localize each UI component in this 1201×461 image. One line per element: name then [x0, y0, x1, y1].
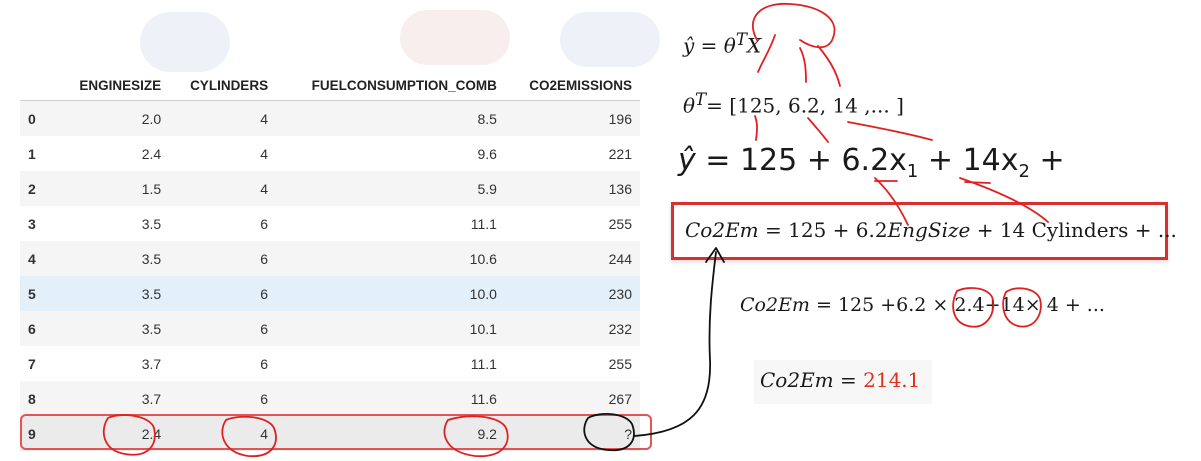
cell-cylinders: 6	[260, 215, 269, 232]
cell-co2emissions: 267	[504, 381, 640, 416]
table-row: 8 3.7 6 11.6 267	[20, 381, 640, 416]
annotation-link	[847, 121, 933, 141]
cell-fuelconsumption: 10.1	[276, 311, 505, 346]
column-header-index	[20, 70, 58, 101]
column-header-fuelconsumption: FUELCONSUMPTION_COMB	[276, 70, 505, 101]
target-row-highlight	[20, 414, 652, 450]
cell-index: 3	[28, 215, 36, 232]
cell-fuelconsumption: 10.0	[276, 276, 505, 311]
cell-co2emissions: 255	[608, 355, 632, 372]
cell-co2emissions: 196	[504, 100, 640, 136]
column-header-cylinders: CYLINDERS	[169, 70, 277, 101]
table-row: 4 3.5 6 10.6 244	[20, 241, 640, 276]
value-enginesize: 2.4	[954, 294, 985, 316]
cell-fuelconsumption: 11.6	[276, 381, 505, 416]
cell-co2emissions: 232	[504, 311, 640, 346]
annotation-underline	[964, 181, 991, 184]
cell-enginesize: 3.7	[58, 381, 170, 416]
cell-co2emissions: 221	[608, 145, 632, 162]
table-row: 0 2.0 4 8.5 196	[20, 100, 640, 136]
cell-fuelconsumption: 11.1	[470, 215, 497, 232]
prediction-result: 214.1	[863, 368, 921, 392]
table-row: 6 3.5 6 10.1 232	[20, 311, 640, 346]
cell-cylinders: 4	[169, 100, 277, 136]
equation-hypothesis: ŷ = θTX	[683, 30, 762, 58]
cell-enginesize: 3.5	[58, 276, 170, 311]
cell-index: 5	[20, 276, 58, 311]
cell-enginesize: 3.5	[141, 215, 162, 232]
table-row: 5 3.5 6 10.0 230	[20, 276, 640, 311]
equation-theta-vector: θT= [125, 6.2, 14 ,... ]	[683, 90, 904, 118]
cell-enginesize: 1.5	[58, 171, 170, 206]
cell-enginesize: 2.4	[141, 145, 162, 162]
cell-co2emissions: 230	[504, 276, 640, 311]
background-watermark	[400, 10, 510, 65]
annotation-branch	[799, 47, 807, 83]
background-watermark	[140, 12, 230, 72]
data-table: ENGINESIZE CYLINDERS FUELCONSUMPTION_COM…	[20, 70, 640, 451]
equation-co2-result: Co2Em = 214.1	[760, 368, 921, 392]
column-header-enginesize: ENGINESIZE	[58, 70, 170, 101]
cell-index: 0	[20, 100, 58, 136]
equation-expanded: ŷ = 125 + 6.2x1 + 14x2 +	[678, 143, 1065, 182]
cell-cylinders: 4	[260, 145, 269, 162]
column-header-co2emissions: CO2EMISSIONS	[504, 70, 640, 101]
cell-cylinders: 4	[169, 171, 277, 206]
cell-index: 8	[20, 381, 58, 416]
table-row: 7 3.7 6 11.1 255	[20, 346, 640, 381]
cell-cylinders: 6	[169, 276, 277, 311]
cell-fuelconsumption: 5.9	[276, 171, 505, 206]
cell-fuelconsumption: 8.5	[276, 100, 505, 136]
cell-index: 7	[28, 355, 36, 372]
annotation-link	[807, 117, 829, 143]
cell-fuelconsumption: 9.6	[477, 145, 497, 162]
cell-fuelconsumption: 11.1	[470, 355, 497, 372]
annotation-link	[754, 115, 758, 141]
cell-co2emissions: 255	[608, 215, 632, 232]
equation-co2-substituted: Co2Em = 125 +6.2 × 2.4+14× 4 + ...	[740, 294, 1105, 316]
table-row: 1 2.4 4 9.6 221	[20, 136, 640, 171]
cell-cylinders: 6	[169, 381, 277, 416]
table-header-row: ENGINESIZE CYLINDERS FUELCONSUMPTION_COM…	[20, 70, 640, 101]
annotation-branch	[817, 45, 841, 87]
cell-index: 4	[20, 241, 58, 276]
background-watermark	[560, 12, 660, 67]
table-row: 3 3.5 6 11.1 255	[20, 206, 640, 241]
cell-enginesize: 3.5	[58, 241, 170, 276]
cell-co2emissions: 244	[504, 241, 640, 276]
cell-co2emissions: 136	[504, 171, 640, 206]
cell-fuelconsumption: 10.6	[276, 241, 505, 276]
cell-index: 1	[28, 145, 36, 162]
table-row: 2 1.5 4 5.9 136	[20, 171, 640, 206]
equation-co2-model: Co2Em = 125 + 6.2EngSize + 14 Cylinders …	[685, 218, 1177, 242]
cell-cylinders: 6	[260, 355, 269, 372]
annotation-loop	[751, 3, 836, 49]
cell-cylinders: 6	[169, 241, 277, 276]
cell-enginesize: 3.7	[141, 355, 162, 372]
cell-enginesize: 2.0	[58, 100, 170, 136]
value-coefficient: 14	[1000, 294, 1025, 316]
cell-index: 6	[20, 311, 58, 346]
annotation-arrow	[633, 251, 717, 437]
cell-cylinders: 6	[169, 311, 277, 346]
cell-enginesize: 3.5	[58, 311, 170, 346]
table-body: 0 2.0 4 8.5 196 1 2.4 4 9.6 221 2 1.5 4 5.9 136 3 3.5 6 11…	[20, 100, 640, 451]
cell-index: 2	[20, 171, 58, 206]
